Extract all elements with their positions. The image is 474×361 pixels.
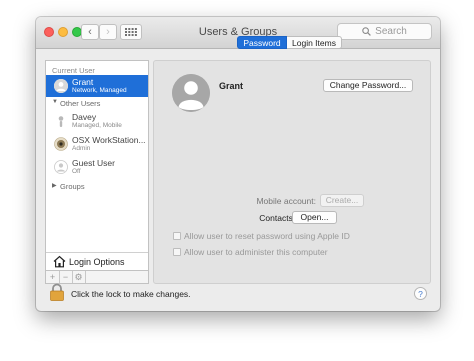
disclosure-open-icon[interactable]: ▼ [52,99,58,105]
user-full-name: Grant [219,81,244,91]
user-picture[interactable] [172,74,210,112]
close-button[interactable] [44,27,54,37]
sidebar-item-label: Guest User [72,158,115,168]
photo-avatar [54,137,68,151]
add-user-button[interactable]: + [46,271,60,283]
grid-icon [125,28,137,36]
administer-computer-checkbox-label[interactable]: Allow user to administer this computer [184,247,328,257]
disclosure-closed-icon[interactable]: ▶ [52,182,57,189]
sidebar-item-davey[interactable]: Davey Managed, Mobile [46,110,148,132]
search-field[interactable]: Search [337,23,432,40]
remove-user-button[interactable]: − [59,271,73,283]
other-users-heading: Other Users [60,99,101,108]
minimize-button[interactable] [58,27,68,37]
action-menu-button[interactable]: ⚙ [72,271,86,283]
login-options-label: Login Options [69,257,125,267]
back-button[interactable]: ‹ [81,24,99,40]
sidebar-item-label: OSX WorkStation... [72,135,146,145]
sidebar-item-subtitle: Managed, Mobile [72,122,122,129]
person-silhouette-icon [172,74,210,112]
tab-password[interactable]: Password [237,36,287,49]
sidebar-item-osx-workstation[interactable]: OSX WorkStation... Admin [46,133,148,155]
administer-computer-checkbox[interactable] [173,248,181,256]
avatar [54,79,68,93]
sidebar-item-label: Davey [72,112,97,122]
search-icon [362,27,371,36]
create-mobile-account-button[interactable]: Create... [320,194,364,207]
person-icon [54,114,68,128]
help-button[interactable]: ? [414,287,427,300]
forward-button[interactable]: › [99,24,117,40]
sidebar-item-subtitle: Off [72,168,81,175]
user-list-sidebar: Current User Grant Network, Managed ▼ Ot… [45,60,149,271]
chevron-left-icon: ‹ [88,26,92,38]
lock-icon[interactable] [49,283,65,301]
lock-message: Click the lock to make changes. [71,289,191,299]
users-groups-window: ‹ › Users & Groups Search Current User G… [36,17,440,311]
open-contacts-card-button[interactable]: Open... [292,211,337,224]
mobile-account-label: Mobile account: [256,196,316,206]
sidebar-item-subtitle: Network, Managed [72,87,127,94]
gear-icon: ⚙ [74,272,83,282]
tab-login-items[interactable]: Login Items [287,36,342,49]
current-user-heading: Current User [52,66,95,75]
groups-heading[interactable]: Groups [60,182,85,191]
sidebar-item-label: Grant [72,77,94,87]
reset-password-checkbox-label[interactable]: Allow user to reset password using Apple… [184,231,350,241]
house-icon [53,255,66,268]
change-password-button[interactable]: Change Password... [323,79,413,92]
sidebar-item-subtitle: Admin [72,145,91,152]
search-placeholder: Search [375,26,407,37]
login-options-item[interactable]: Login Options [46,252,148,271]
guest-avatar [54,160,68,174]
reset-password-checkbox[interactable] [173,232,181,240]
show-all-button[interactable] [120,24,142,40]
sidebar-item-guest-user[interactable]: Guest User Off [46,156,148,178]
sidebar-item-grant[interactable]: Grant Network, Managed [46,75,148,97]
chevron-right-icon: › [106,26,110,38]
